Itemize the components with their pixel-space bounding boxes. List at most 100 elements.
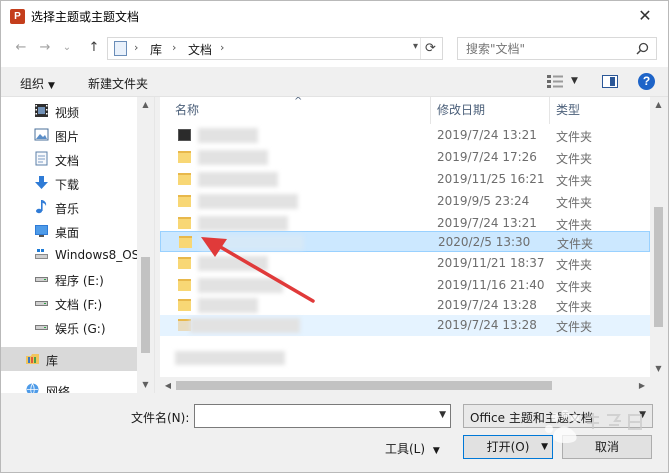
filename-label: 文件名(N): (131, 411, 190, 425)
modified-date: 2019/7/24 17:26 (437, 150, 537, 164)
sidebar-item-downloads[interactable]: 下载 (1, 171, 137, 195)
modified-date: 2019/11/21 18:37 (437, 256, 545, 270)
preview-pane-icon[interactable] (602, 75, 618, 88)
item-type: 文件夹 (556, 258, 593, 272)
up-arrow-icon[interactable]: ↑ (86, 40, 102, 56)
blurred-filename (198, 128, 258, 143)
sidebar-item-label: 下载 (55, 178, 80, 192)
list-item[interactable]: 2019/9/5 23:24 文件夹 (160, 191, 650, 212)
modified-date: 2019/7/24 13:28 (437, 318, 537, 332)
caret-down-icon[interactable]: ▼ (541, 436, 548, 458)
forward-arrow-icon[interactable]: → (37, 40, 53, 56)
sidebar-item-videos[interactable]: 视频 (1, 99, 137, 123)
folder-icon (178, 195, 191, 207)
refresh-icon[interactable]: ⟳ (420, 38, 440, 59)
breadcrumb-separator-icon[interactable]: › (220, 41, 224, 54)
cancel-button[interactable]: 取消 (562, 435, 652, 459)
recent-locations-chevron-icon[interactable]: ⌄ (59, 40, 75, 56)
scrollbar-thumb[interactable] (141, 257, 150, 353)
help-icon[interactable]: ? (638, 73, 655, 90)
column-divider[interactable] (430, 97, 431, 124)
breadcrumb-separator-icon[interactable]: › (172, 41, 176, 54)
scroll-down-icon[interactable]: ▼ (137, 377, 154, 393)
organize-menu[interactable]: 组织 ▼ (20, 75, 55, 92)
dialog-title: 选择主题或主题文档 (31, 10, 140, 24)
blurred-filename (198, 278, 283, 293)
file-type-filter[interactable]: Office 主题和主题文档 ▼ (463, 404, 653, 428)
sidebar-item-music[interactable]: 音乐 (1, 195, 137, 219)
list-item[interactable]: 2019/7/24 13:21 文件夹 (160, 125, 650, 146)
sidebar-item-drive-e[interactable]: 程序 (E:) (1, 267, 137, 291)
sort-ascending-icon: ^ (294, 97, 303, 107)
view-options-icon[interactable] (547, 75, 563, 88)
address-bar[interactable]: › 库 › 文档 › ▾ ⟳ (107, 37, 443, 60)
caret-down-icon[interactable]: ▼ (571, 76, 578, 86)
sidebar-item-documents[interactable]: 文档 (1, 147, 137, 171)
filename-input[interactable] (199, 408, 429, 424)
list-item[interactable]: 2019/7/24 13:28 文件夹 (160, 315, 650, 336)
sidebar-item-drive-g[interactable]: 娱乐 (G:) (1, 315, 137, 339)
blurred-filename (198, 194, 298, 209)
list-item-selected[interactable]: 2020/2/5 13:30 文件夹 (160, 231, 650, 252)
item-type: 文件夹 (557, 237, 594, 251)
chevron-down-icon[interactable]: ▼ (439, 410, 446, 420)
sidebar-item-library[interactable]: 库 (1, 347, 137, 371)
modified-date: 2019/11/16 21:40 (437, 278, 545, 292)
modified-date: 2019/7/24 13:21 (437, 216, 537, 230)
file-list-vertical-scrollbar[interactable]: ▲ ▼ (650, 97, 667, 377)
search-input[interactable] (466, 40, 626, 57)
sidebar-item-label: 桌面 (55, 226, 80, 240)
chevron-down-icon[interactable]: ▾ (413, 41, 418, 52)
title-bar: P 选择主题或主题文档 ✕ (1, 1, 668, 31)
file-list-horizontal-scrollbar[interactable]: ◀ ▶ (160, 377, 650, 394)
new-folder-button[interactable]: 新建文件夹 (88, 75, 148, 92)
blurred-filename (198, 216, 288, 231)
scroll-down-icon[interactable]: ▼ (650, 361, 667, 377)
sidebar-item-label: Windows8_OS (55, 248, 140, 262)
sidebar-item-label: 视频 (55, 106, 80, 120)
sidebar-item-pictures[interactable]: 图片 (1, 123, 137, 147)
sidebar-item-desktop[interactable]: 桌面 (1, 219, 137, 243)
list-item[interactable]: 2019/11/25 16:21 文件夹 (160, 169, 650, 190)
sidebar-item-network[interactable]: 网络 (1, 378, 137, 393)
folder-icon (178, 257, 191, 269)
tools-menu[interactable]: 工具(L) ▼ (385, 440, 440, 457)
scroll-up-icon[interactable]: ▲ (650, 97, 667, 113)
windows-drive-icon (35, 249, 48, 259)
list-item[interactable]: 2019/11/16 21:40 文件夹 (160, 275, 650, 296)
sidebar-scrollbar[interactable]: ▲ ▼ (137, 97, 154, 393)
search-box[interactable] (457, 37, 657, 60)
sidebar-item-drive-f[interactable]: 文档 (F:) (1, 291, 137, 315)
column-header-name[interactable]: 名称 (175, 97, 199, 124)
tools-label: 工具(L) (385, 442, 426, 456)
drive-icon (35, 277, 48, 282)
list-item[interactable]: 2019/11/21 18:37 文件夹 (160, 253, 650, 274)
desktop-icon (35, 225, 48, 237)
breadcrumb-separator-icon[interactable]: › (134, 41, 138, 54)
breadcrumb-library[interactable]: 库 (150, 41, 162, 58)
blurred-filename (199, 235, 304, 250)
command-toolbar: 组织 ▼ 新建文件夹 ▼ ? (1, 67, 668, 97)
column-header-type[interactable]: 类型 (556, 97, 580, 124)
back-arrow-icon[interactable]: ← (13, 40, 29, 56)
column-header-date[interactable]: 修改日期 (437, 97, 485, 124)
scroll-right-icon[interactable]: ▶ (634, 377, 650, 394)
column-divider[interactable] (549, 97, 550, 124)
list-item[interactable]: 2019/7/24 13:28 文件夹 (160, 295, 650, 316)
file-type-filter-value: Office 主题和主题文档 (470, 411, 593, 425)
search-icon[interactable] (636, 42, 649, 55)
item-type: 文件夹 (556, 280, 593, 294)
scrollbar-thumb[interactable] (654, 207, 663, 327)
chevron-down-icon[interactable]: ▼ (639, 410, 646, 420)
list-item[interactable]: 2019/7/24 17:26 文件夹 (160, 147, 650, 168)
open-button[interactable]: 打开(O) ▼ (463, 435, 553, 459)
sidebar-item-windows8-os[interactable]: Windows8_OS (1, 243, 140, 267)
breadcrumb-documents[interactable]: 文档 (188, 41, 212, 58)
filename-combobox[interactable]: ▼ (194, 404, 451, 428)
scroll-left-icon[interactable]: ◀ (160, 377, 176, 394)
scrollbar-thumb[interactable] (176, 381, 552, 390)
close-icon[interactable]: ✕ (634, 5, 656, 27)
scroll-up-icon[interactable]: ▲ (137, 97, 154, 113)
blurred-filename (190, 318, 300, 333)
blurred-filename (198, 298, 258, 313)
